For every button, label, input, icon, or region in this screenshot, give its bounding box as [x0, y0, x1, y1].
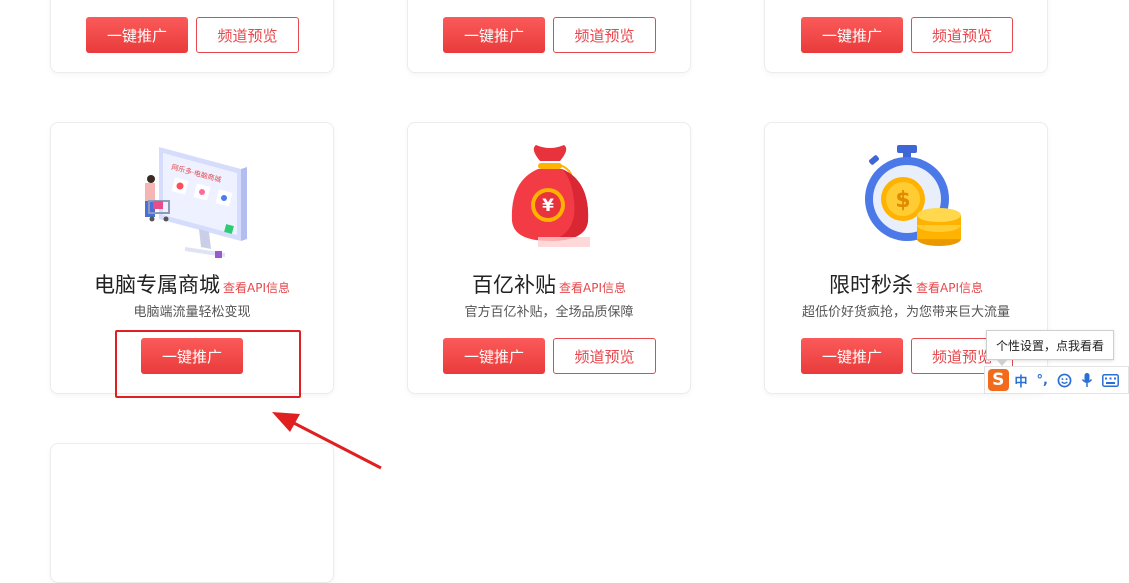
sogou-logo-icon[interactable]: S: [988, 369, 1009, 391]
ime-tooltip: 个性设置，点我看看: [986, 330, 1114, 360]
ime-tooltip-arrow: [996, 359, 1008, 366]
view-api-info-link[interactable]: 查看API信息: [916, 279, 983, 296]
svg-text:$: $: [895, 188, 910, 213]
computer-mall-illustration: 网乐多·电脑商城: [145, 147, 247, 258]
promote-button[interactable]: 一键推广: [801, 17, 903, 53]
keyboard-icon[interactable]: [1102, 373, 1119, 387]
channel-preview-button[interactable]: 频道预览: [196, 17, 299, 53]
ime-language-toggle[interactable]: 中: [1015, 371, 1028, 390]
ime-punctuation-toggle[interactable]: °,: [1037, 373, 1048, 388]
channel-card-top-1: 一键推广 频道预览: [50, 0, 334, 73]
card-title: 百亿补贴: [472, 273, 556, 297]
smiley-icon[interactable]: [1057, 373, 1072, 388]
money-bag-illustration: ¥: [511, 145, 590, 247]
channel-card-top-2: 一键推广 频道预览: [407, 0, 691, 73]
card-subtitle: 超低价好货疯抢，为您带来巨大流量: [801, 305, 1010, 320]
channel-preview-button[interactable]: 频道预览: [911, 17, 1013, 53]
card-subtitle: 电脑端流量轻松变现: [133, 305, 251, 320]
promote-button[interactable]: 一键推广: [86, 17, 188, 53]
card-title: 电脑专属商城: [94, 273, 220, 297]
promote-button[interactable]: 一键推广: [443, 17, 545, 53]
microphone-icon[interactable]: [1081, 372, 1093, 388]
annotation-arrow-icon: [272, 412, 382, 470]
card-subtitle: 官方百亿补贴，全场品质保障: [464, 305, 634, 320]
channel-preview-button[interactable]: 频道预览: [553, 338, 656, 374]
stopwatch-coins-illustration: $: [865, 145, 961, 246]
view-api-info-link[interactable]: 查看API信息: [559, 279, 626, 296]
promote-button[interactable]: 一键推广: [443, 338, 545, 374]
ime-toolbar[interactable]: S 中 °,: [984, 366, 1129, 394]
channel-card-subsidy: ¥ 百亿补贴 查看API信息 官方百亿补贴，全场品质保障 一键推广 频道预览: [407, 122, 691, 394]
promote-button[interactable]: 一键推广: [801, 338, 903, 374]
card-title: 限时秒杀: [829, 273, 913, 297]
view-api-info-link[interactable]: 查看API信息: [223, 279, 290, 296]
channel-preview-button[interactable]: 频道预览: [553, 17, 656, 53]
channel-card-top-3: 一键推广 频道预览: [764, 0, 1048, 73]
svg-text:¥: ¥: [542, 196, 554, 216]
annotation-highlight-box: [115, 330, 301, 398]
